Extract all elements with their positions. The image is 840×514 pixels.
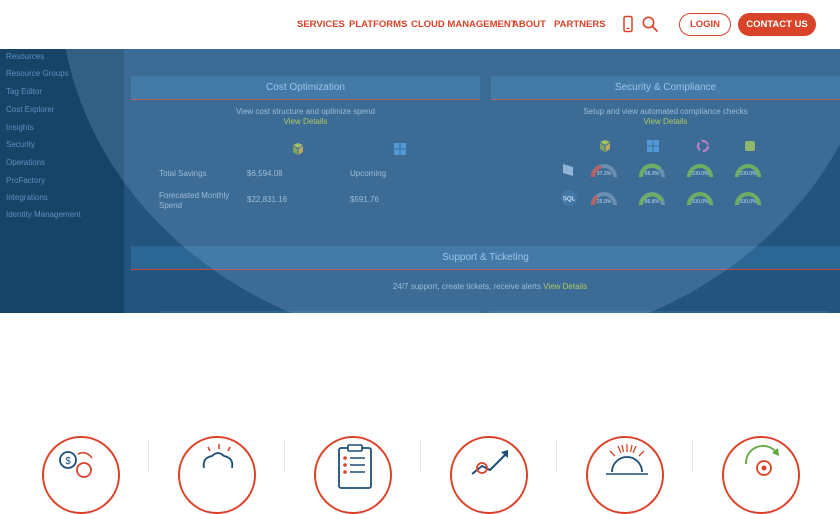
feature-divider xyxy=(556,440,557,472)
sidebar-item: Integrations xyxy=(6,193,48,202)
brain-icon[interactable] xyxy=(178,436,256,514)
growth-chart-icon[interactable] xyxy=(450,436,528,514)
nav-cloud-management[interactable]: CLOUD MANAGEMENT xyxy=(411,19,517,30)
feature-divider xyxy=(692,440,693,472)
sidebar-item: Cost Explorer xyxy=(6,105,55,114)
sidebar-item: Security xyxy=(6,140,35,149)
login-button[interactable]: LOGIN xyxy=(679,13,731,36)
nav-about[interactable]: ABOUT xyxy=(512,19,546,30)
sidebar-item: Tag Editor xyxy=(6,87,43,96)
sunrise-icon[interactable] xyxy=(586,436,664,514)
sidebar-item: ProFactory xyxy=(6,176,46,185)
mobile-icon[interactable] xyxy=(619,15,637,33)
sidebar-item: Operations xyxy=(6,158,46,167)
checklist-icon[interactable] xyxy=(314,436,392,514)
nav-services[interactable]: SERVICES xyxy=(297,19,345,30)
search-icon[interactable] xyxy=(641,15,659,33)
site-header: SERVICES PLATFORMS CLOUD MANAGEMENT ABOU… xyxy=(0,0,840,49)
sidebar-item: Resource Groups xyxy=(6,69,69,78)
contact-us-button[interactable]: CONTACT US xyxy=(738,13,816,36)
cycle-gear-icon[interactable] xyxy=(722,436,800,514)
sidebar-item: Identity Management xyxy=(6,210,81,219)
feature-divider xyxy=(148,440,149,472)
feature-divider xyxy=(420,440,421,472)
hero-dashboard-image: Resources Resource Groups Tag Editor Cos… xyxy=(0,49,840,313)
feature-divider xyxy=(284,440,285,472)
sidebar-item: Resources xyxy=(6,52,45,61)
nav-platforms[interactable]: PLATFORMS xyxy=(349,19,407,30)
nav-partners[interactable]: PARTNERS xyxy=(554,19,606,30)
svg-text:$: $ xyxy=(65,456,71,467)
sidebar-item: Insights xyxy=(6,123,34,132)
money-gear-icon[interactable]: $ xyxy=(42,436,120,514)
